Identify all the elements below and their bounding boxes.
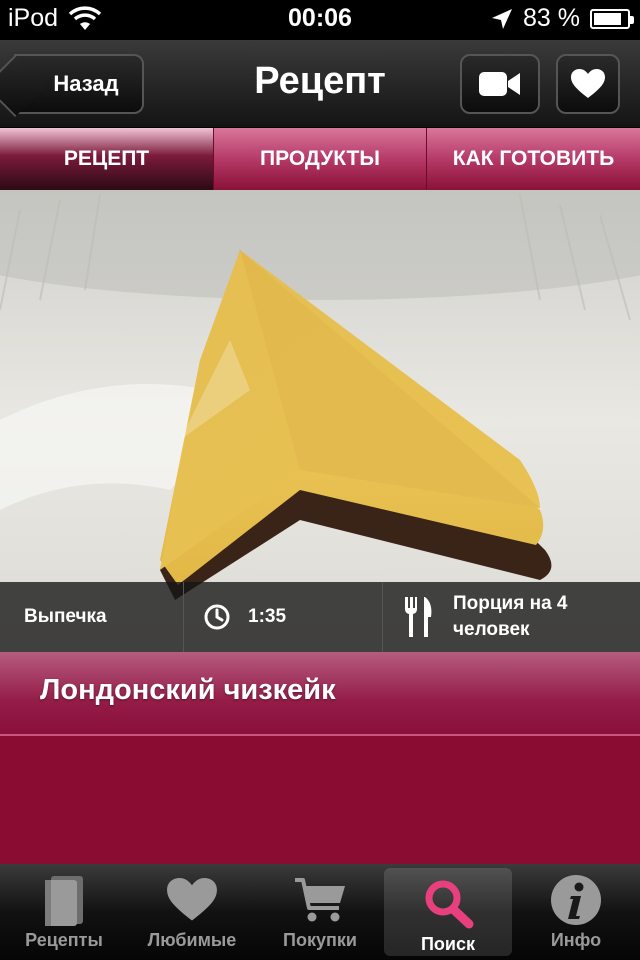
navigation-bar: Назад Рецепт bbox=[0, 40, 640, 128]
battery-icon bbox=[590, 8, 634, 29]
tab-favorites[interactable]: Любимые bbox=[128, 864, 256, 960]
tab-shopping[interactable]: Покупки bbox=[256, 864, 384, 960]
video-camera-icon bbox=[479, 72, 520, 96]
recipe-title: Лондонский чизкейк bbox=[40, 674, 336, 706]
recipe-info-bar: Выпечка 1:35 Порция на 4 человек bbox=[0, 582, 640, 652]
tab-how-to-cook[interactable]: КАК ГОТОВИТЬ bbox=[427, 128, 640, 190]
tab-info[interactable]: Инфо bbox=[512, 864, 640, 960]
tab-info-label: Инфо bbox=[550, 930, 602, 950]
servings-line-2: человек bbox=[453, 619, 530, 640]
recipe-time: 1:35 bbox=[184, 582, 383, 652]
recipe-title-band: Лондонский чизкейк bbox=[0, 652, 640, 736]
recipe-photo: Выпечка 1:35 Порция на 4 человек bbox=[0, 190, 640, 652]
battery-percent: 83 % bbox=[523, 4, 580, 32]
tab-recipe[interactable]: РЕЦЕПТ bbox=[0, 128, 214, 190]
fork-knife-icon bbox=[405, 597, 432, 637]
book-icon bbox=[45, 876, 83, 926]
location-arrow-icon bbox=[492, 8, 513, 29]
tab-products[interactable]: ПРОДУКТЫ bbox=[214, 128, 427, 190]
servings-text: Порция на 4 человек bbox=[453, 591, 567, 643]
category-label: Выпечка bbox=[24, 606, 107, 627]
servings-line-1: Порция на 4 bbox=[453, 593, 568, 614]
recipe-servings: Порция на 4 человек bbox=[383, 582, 640, 652]
video-button[interactable] bbox=[460, 54, 540, 114]
recipe-section-tabs: РЕЦЕПТ ПРОДУКТЫ КАК ГОТОВИТЬ bbox=[0, 128, 640, 190]
tab-search[interactable]: Поиск bbox=[384, 868, 512, 956]
battery-fill bbox=[594, 12, 621, 25]
heart-icon bbox=[571, 69, 605, 98]
status-bar: iPod 00:06 83 % bbox=[0, 0, 640, 40]
tab-recipes[interactable]: Рецепты bbox=[0, 864, 128, 960]
status-right: 83 % bbox=[491, 4, 634, 33]
favorite-button[interactable] bbox=[556, 54, 620, 114]
tab-shopping-label: Покупки bbox=[283, 930, 357, 950]
info-icon bbox=[551, 875, 601, 925]
search-icon bbox=[425, 880, 474, 929]
tab-search-label: Поиск bbox=[420, 934, 476, 954]
heart-icon bbox=[167, 878, 217, 921]
recipe-body bbox=[0, 736, 640, 864]
tab-favorites-label: Любимые bbox=[147, 930, 237, 950]
time-label: 1:35 bbox=[248, 606, 287, 627]
page-title: Рецепт bbox=[254, 60, 386, 102]
clock-icon bbox=[204, 604, 230, 630]
tab-recipes-label: Рецепты bbox=[25, 930, 103, 950]
recipe-category: Выпечка bbox=[0, 582, 184, 652]
cart-icon bbox=[295, 878, 345, 922]
tab-bar: Рецепты Любимые Покупки Поиск Инфо bbox=[0, 864, 640, 960]
